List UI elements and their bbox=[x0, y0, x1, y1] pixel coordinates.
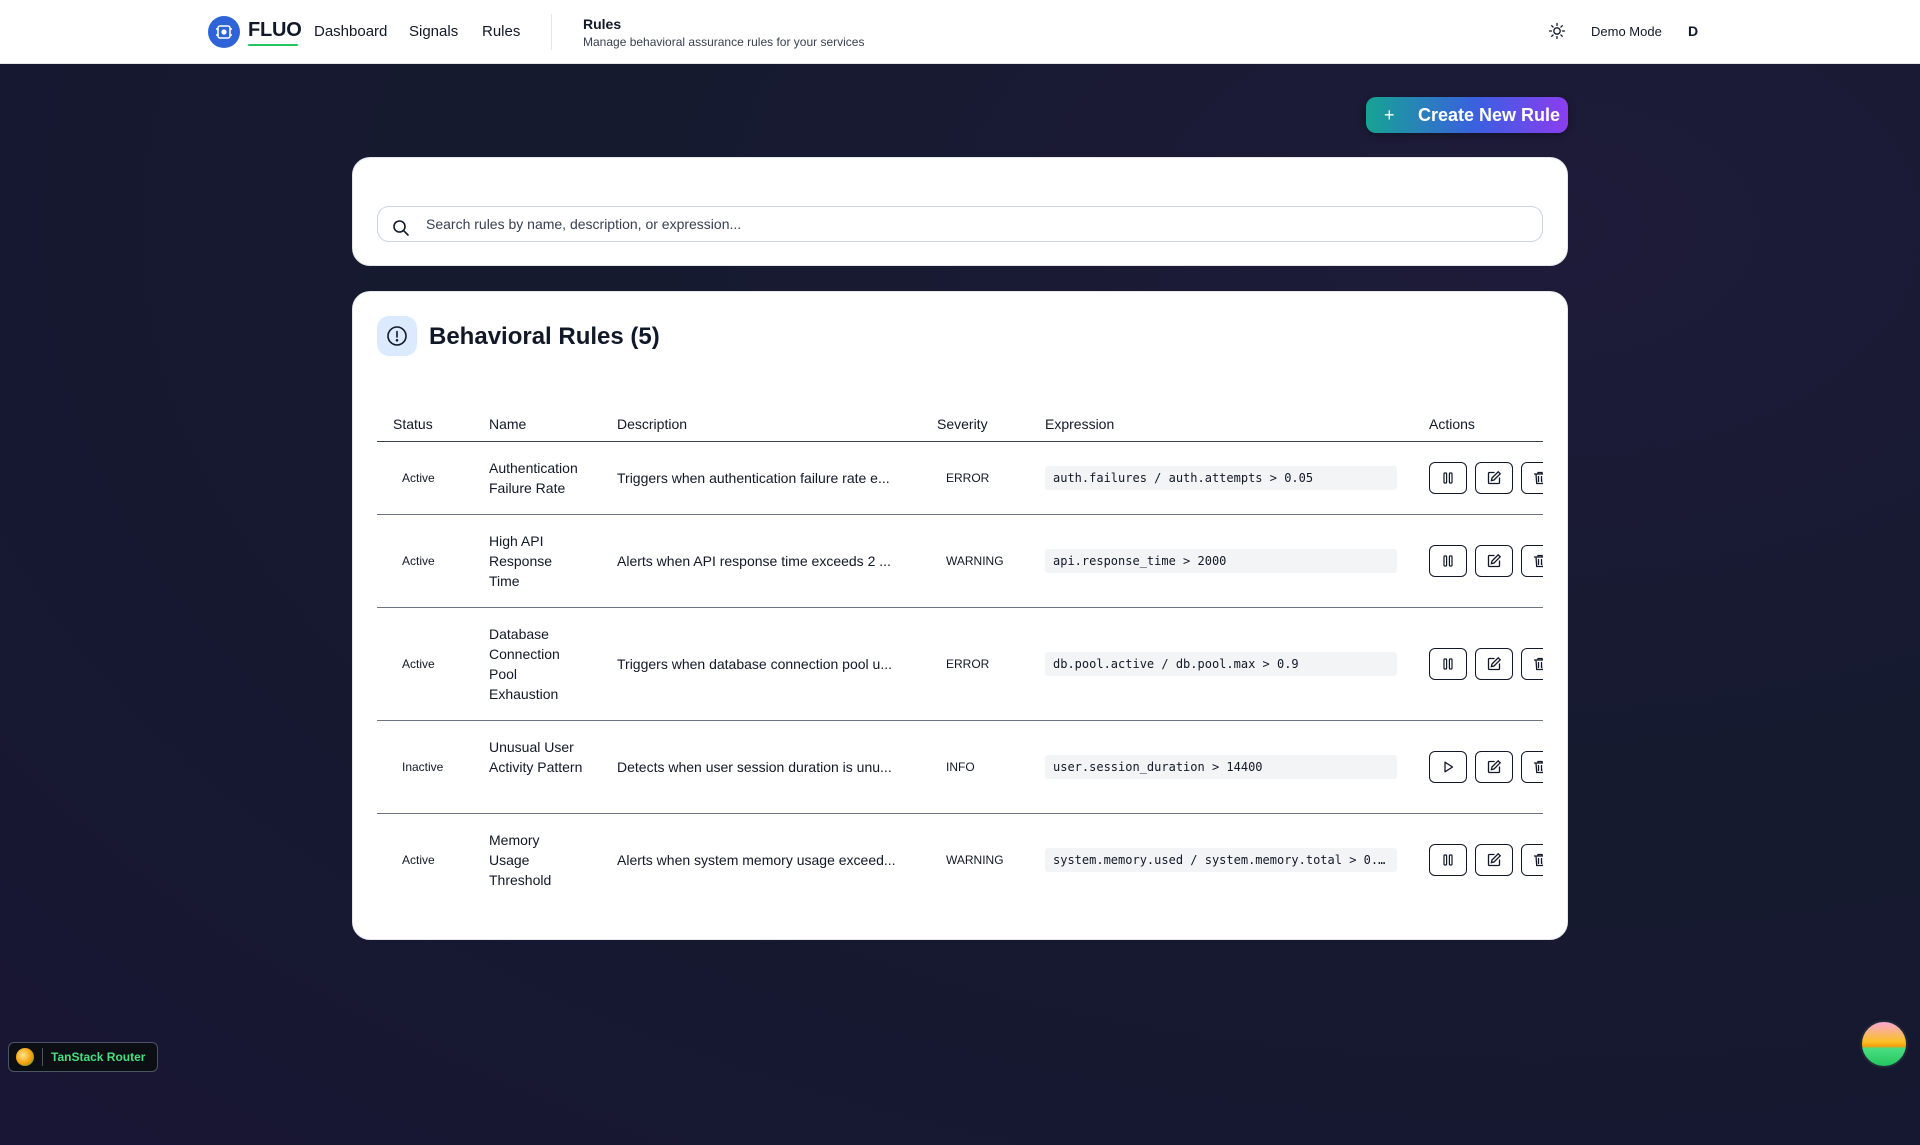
trash-icon bbox=[1533, 853, 1543, 867]
status-badge: Active bbox=[402, 471, 435, 485]
delete-rule-button[interactable] bbox=[1521, 751, 1543, 783]
rule-expression: user.session_duration > 14400 bbox=[1045, 755, 1397, 779]
play-icon bbox=[1444, 761, 1454, 773]
column-header-name: Name bbox=[489, 416, 527, 432]
row-divider bbox=[377, 514, 1543, 515]
row-divider bbox=[377, 720, 1543, 721]
edit-rule-button[interactable] bbox=[1475, 648, 1513, 680]
rule-name: Unusual User Activity Pattern bbox=[489, 739, 583, 775]
pause-rule-button[interactable] bbox=[1429, 545, 1467, 577]
rules-table: Status Name Description Severity Express… bbox=[377, 406, 1543, 926]
activate-rule-button[interactable] bbox=[1429, 751, 1467, 783]
search-box[interactable] bbox=[377, 206, 1543, 242]
nav-rules[interactable]: Rules bbox=[482, 23, 520, 40]
edit-icon bbox=[1487, 553, 1502, 568]
pause-rule-button[interactable] bbox=[1429, 648, 1467, 680]
edit-icon bbox=[1487, 852, 1502, 867]
column-header-description: Description bbox=[617, 416, 688, 432]
edit-rule-button[interactable] bbox=[1475, 751, 1513, 783]
top-navigation-bar: FLUO Dashboard Signals Rules Rules Manag… bbox=[0, 0, 1920, 64]
severity-label: WARNING bbox=[946, 554, 1004, 568]
page-title: Rules bbox=[583, 16, 622, 32]
delete-rule-button[interactable] bbox=[1521, 545, 1543, 577]
row-divider bbox=[377, 607, 1543, 608]
rule-description: Alerts when API response time exceeds 2 … bbox=[617, 553, 891, 569]
rule-expression: db.pool.active / db.pool.max > 0.9 bbox=[1045, 652, 1397, 676]
demo-mode-label[interactable]: Demo Mode bbox=[1591, 24, 1662, 39]
fluo-logo-icon[interactable] bbox=[208, 16, 240, 48]
table-header-divider bbox=[377, 441, 1543, 442]
severity-label: WARNING bbox=[946, 853, 1004, 867]
edit-icon bbox=[1487, 470, 1502, 485]
delete-rule-button[interactable] bbox=[1521, 462, 1543, 494]
rule-name: Authentication Failure Rate bbox=[489, 460, 578, 496]
active-brand-underline bbox=[248, 44, 298, 46]
edit-rule-button[interactable] bbox=[1475, 462, 1513, 494]
status-badge: Inactive bbox=[402, 760, 444, 774]
status-badge: Active bbox=[402, 657, 435, 671]
pause-rule-button[interactable] bbox=[1429, 844, 1467, 876]
rule-description: Detects when user session duration is un… bbox=[617, 759, 892, 775]
search-card bbox=[352, 157, 1568, 266]
severity-label: ERROR bbox=[946, 471, 990, 485]
sun-icon[interactable] bbox=[1548, 22, 1566, 40]
rule-expression: auth.failures / auth.attempts > 0.05 bbox=[1045, 466, 1397, 490]
query-devtools-toggle-icon[interactable] bbox=[1860, 1020, 1908, 1068]
tanstack-router-devtools-button[interactable]: TanStack Router bbox=[8, 1042, 158, 1072]
trash-icon bbox=[1533, 760, 1543, 774]
brand-name[interactable]: FLUO bbox=[248, 19, 302, 42]
edit-icon bbox=[1487, 759, 1502, 774]
column-header-expression: Expression bbox=[1045, 416, 1115, 432]
devtools-separator bbox=[42, 1048, 43, 1066]
column-header-actions: Actions bbox=[1429, 416, 1475, 432]
rule-name: Database Connection Pool Exhaustion bbox=[489, 626, 560, 702]
header-divider bbox=[551, 14, 552, 50]
column-header-severity: Severity bbox=[937, 416, 988, 432]
status-badge: Active bbox=[402, 853, 435, 867]
user-avatar[interactable]: D bbox=[1688, 23, 1698, 39]
devtools-label: TanStack Router bbox=[51, 1050, 146, 1064]
edit-rule-button[interactable] bbox=[1475, 545, 1513, 577]
rule-description: Alerts when system memory usage exceed..… bbox=[617, 852, 896, 868]
rule-description: Triggers when authentication failure rat… bbox=[617, 470, 890, 486]
alert-circle-icon bbox=[377, 316, 417, 356]
delete-rule-button[interactable] bbox=[1521, 844, 1543, 876]
rule-expression: api.response_time > 2000 bbox=[1045, 549, 1397, 573]
edit-rule-button[interactable] bbox=[1475, 844, 1513, 876]
search-input[interactable] bbox=[426, 207, 1526, 241]
rule-expression: system.memory.used / system.memory.total… bbox=[1045, 848, 1397, 872]
pause-icon bbox=[1443, 555, 1453, 567]
trash-icon bbox=[1533, 657, 1543, 671]
nav-dashboard[interactable]: Dashboard bbox=[314, 23, 387, 40]
row-divider bbox=[377, 813, 1543, 814]
pause-rule-button[interactable] bbox=[1429, 462, 1467, 494]
severity-label: INFO bbox=[946, 760, 975, 774]
rule-description: Triggers when database connection pool u… bbox=[617, 656, 892, 672]
plus-icon: + bbox=[1384, 104, 1395, 125]
page-subtitle: Manage behavioral assurance rules for yo… bbox=[583, 35, 865, 49]
create-new-rule-button[interactable]: + Create New Rule bbox=[1366, 97, 1568, 133]
trash-icon bbox=[1533, 554, 1543, 568]
severity-label: ERROR bbox=[946, 657, 990, 671]
pause-icon bbox=[1443, 472, 1453, 484]
rule-name: High API Response Time bbox=[489, 533, 553, 589]
edit-icon bbox=[1487, 656, 1502, 671]
status-badge: Active bbox=[402, 554, 435, 568]
tanstack-logo-icon bbox=[16, 1048, 34, 1066]
search-icon bbox=[393, 220, 409, 236]
behavioral-rules-card: Behavioral Rules (5) Status Name Descrip… bbox=[352, 291, 1568, 940]
nav-signals[interactable]: Signals bbox=[409, 23, 458, 40]
rule-name: Memory Usage Threshold bbox=[489, 832, 552, 888]
rules-section-title: Behavioral Rules (5) bbox=[429, 323, 660, 350]
delete-rule-button[interactable] bbox=[1521, 648, 1543, 680]
pause-icon bbox=[1443, 854, 1453, 866]
pause-icon bbox=[1443, 658, 1453, 670]
create-new-rule-label: Create New Rule bbox=[1418, 104, 1561, 125]
trash-icon bbox=[1533, 471, 1543, 485]
column-header-status: Status bbox=[393, 416, 433, 432]
